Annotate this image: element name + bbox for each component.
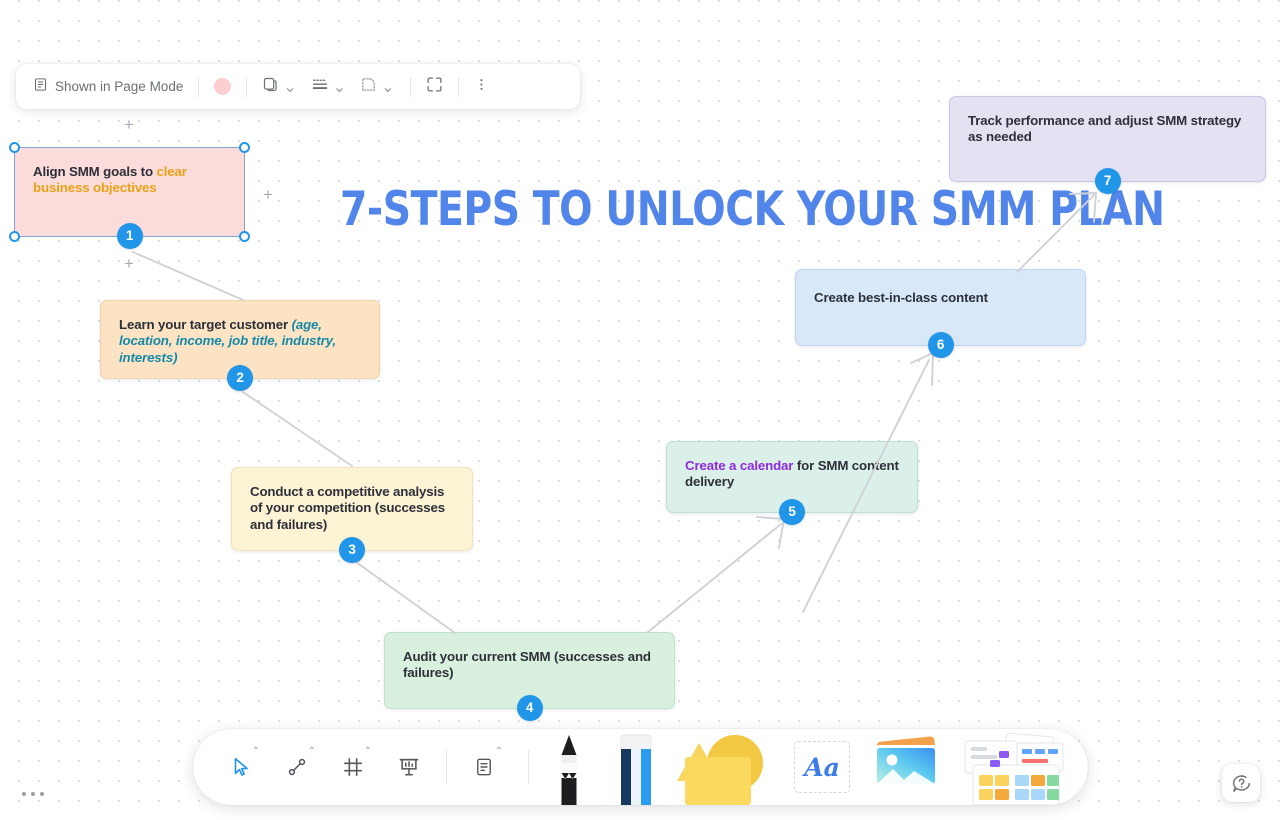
sticky-card-3-text: Conduct a competitive analysis of your c… bbox=[250, 484, 446, 532]
frame-tool[interactable]: ⌃ bbox=[330, 744, 376, 790]
resize-handle-bottom-right[interactable] bbox=[239, 231, 250, 242]
sticky-card-3[interactable]: Conduct a competitive analysis of your c… bbox=[231, 467, 473, 563]
add-card-hint-right[interactable]: + bbox=[263, 186, 273, 203]
dot-1 bbox=[22, 792, 26, 796]
sticky-card-1-text: Align SMM goals to clear business object… bbox=[33, 164, 226, 197]
creation-toolbar[interactable]: ⌃ ⌃ ⌃ ⌃ Aa bbox=[193, 729, 1088, 805]
presentation-tool[interactable] bbox=[386, 744, 432, 790]
color-swatch-icon bbox=[214, 78, 232, 95]
connector-4-5 bbox=[647, 523, 782, 633]
shape-style-button[interactable]: ⌄ bbox=[255, 71, 303, 102]
sticky-card-6-text: Create best-in-class content bbox=[814, 290, 988, 305]
pen-tool[interactable] bbox=[538, 729, 600, 805]
card-2-text-plain: Learn your target customer bbox=[119, 317, 292, 332]
sticky-card-5-text: Create a calendar for SMM content delive… bbox=[685, 458, 899, 491]
sticky-card-2-text: Learn your target customer (age, locatio… bbox=[119, 317, 361, 366]
step-badge-6[interactable]: 6 bbox=[927, 332, 954, 358]
toolbar-divider-1 bbox=[198, 76, 200, 97]
templates-icon bbox=[964, 732, 1064, 805]
more-dots-icon[interactable] bbox=[16, 786, 50, 802]
image-icon bbox=[874, 736, 938, 787]
chevron-down-icon: ⌄ bbox=[381, 78, 395, 96]
sticky-card-4-text: Audit your current SMM (successes and fa… bbox=[403, 649, 651, 681]
context-toolbar[interactable]: Shown in Page Mode ⌄ ⌄ ⌄ bbox=[16, 64, 580, 109]
select-tool-caret[interactable]: ⌃ bbox=[252, 747, 260, 757]
step-badge-7[interactable]: 7 bbox=[1094, 168, 1121, 194]
sticky-card-7[interactable]: Track performance and adjust SMM strateg… bbox=[949, 96, 1266, 194]
toolbar-divider-4 bbox=[457, 76, 459, 97]
document-tool[interactable]: ⌃ bbox=[461, 744, 507, 790]
step-badge-4[interactable]: 4 bbox=[516, 695, 543, 721]
resize-handle-top-left[interactable] bbox=[9, 142, 20, 153]
sticky-card-2[interactable]: Learn your target customer (age, locatio… bbox=[100, 300, 380, 391]
shapes-tool[interactable] bbox=[672, 729, 782, 805]
templates-tool[interactable] bbox=[954, 729, 1074, 805]
fit-to-frame-button[interactable] bbox=[419, 71, 450, 102]
card-5-text-highlight: Create a calendar bbox=[685, 458, 794, 473]
lines-icon bbox=[311, 76, 329, 98]
rounded-square-icon bbox=[262, 76, 279, 98]
chevron-down-icon: ⌄ bbox=[283, 78, 297, 96]
deck-title: 7-STEPS TO UNLOCK YOUR SMM PLAN bbox=[340, 182, 1165, 237]
toolbar-media-group: Aa bbox=[538, 729, 1074, 805]
sticky-card-6[interactable]: Create best-in-class content 6 bbox=[795, 269, 1086, 358]
sticky-card-1[interactable]: Align SMM goals to clear business object… bbox=[9, 142, 250, 249]
select-tool[interactable]: ⌃ bbox=[218, 744, 264, 790]
connector-3-4 bbox=[355, 561, 456, 634]
card-1-text-plain: Align SMM goals to bbox=[33, 164, 157, 179]
toolbar-tools-group: ⌃ ⌃ ⌃ ⌃ bbox=[193, 729, 512, 805]
step-badge-3[interactable]: 3 bbox=[339, 537, 365, 563]
sticky-card-5[interactable]: Create a calendar for SMM content delive… bbox=[666, 441, 918, 525]
dot-2 bbox=[31, 792, 35, 796]
pencil-icon bbox=[561, 735, 577, 805]
line-style-button[interactable]: ⌄ bbox=[304, 71, 353, 102]
resize-handle-top-right[interactable] bbox=[239, 142, 250, 153]
shapes-icon bbox=[677, 735, 763, 805]
add-card-hint-bottom[interactable]: + bbox=[124, 255, 134, 272]
more-options-button[interactable] bbox=[467, 71, 496, 102]
help-question-icon bbox=[1232, 774, 1250, 792]
add-card-hint-top[interactable]: + bbox=[124, 116, 134, 133]
dot-3 bbox=[40, 792, 44, 796]
connector-4-5-arrowhead bbox=[756, 516, 785, 549]
fill-color-button[interactable] bbox=[207, 71, 238, 102]
eraser-icon bbox=[620, 734, 652, 805]
toolbar-divider-6 bbox=[528, 750, 529, 784]
help-button[interactable] bbox=[1222, 764, 1260, 802]
text-tool[interactable]: Aa bbox=[782, 729, 862, 805]
connector-5-6-arrowhead bbox=[910, 352, 934, 386]
step-badge-1[interactable]: 1 bbox=[116, 223, 143, 249]
connector-1-2 bbox=[132, 251, 244, 301]
text-tool-frame: Aa bbox=[794, 741, 850, 793]
step-badge-2[interactable]: 2 bbox=[227, 365, 253, 391]
document-tool-caret[interactable]: ⌃ bbox=[495, 747, 503, 757]
sticky-card-4[interactable]: Audit your current SMM (successes and fa… bbox=[384, 632, 675, 721]
connector-tool-caret[interactable]: ⌃ bbox=[308, 747, 316, 757]
image-tool[interactable] bbox=[862, 729, 954, 805]
toolbar-divider-5 bbox=[446, 750, 447, 784]
connector-tool[interactable]: ⌃ bbox=[274, 744, 320, 790]
toolbar-divider-3 bbox=[409, 76, 411, 97]
expand-brackets-icon bbox=[426, 76, 443, 98]
connector-2-3 bbox=[242, 391, 353, 467]
whiteboard-canvas[interactable]: 7-STEPS TO UNLOCK YOUR SMM PLAN Align SM… bbox=[0, 0, 1280, 820]
page-mode-label: Shown in Page Mode bbox=[55, 79, 184, 94]
page-mode-button[interactable]: Shown in Page Mode bbox=[26, 71, 190, 102]
toolbar-divider-2 bbox=[246, 76, 248, 97]
border-style-button[interactable]: ⌄ bbox=[353, 71, 401, 102]
dashed-corner-icon bbox=[360, 76, 377, 98]
step-badge-5[interactable]: 5 bbox=[779, 499, 805, 525]
kebab-menu-icon bbox=[474, 76, 489, 98]
chevron-down-icon: ⌄ bbox=[332, 78, 347, 96]
sticky-card-7-text: Track performance and adjust SMM strateg… bbox=[968, 113, 1242, 145]
eraser-tool[interactable] bbox=[600, 729, 672, 805]
resize-handle-bottom-left[interactable] bbox=[9, 231, 20, 242]
document-icon bbox=[33, 77, 48, 97]
text-aa-icon: Aa bbox=[804, 752, 840, 782]
frame-tool-caret[interactable]: ⌃ bbox=[364, 747, 372, 757]
